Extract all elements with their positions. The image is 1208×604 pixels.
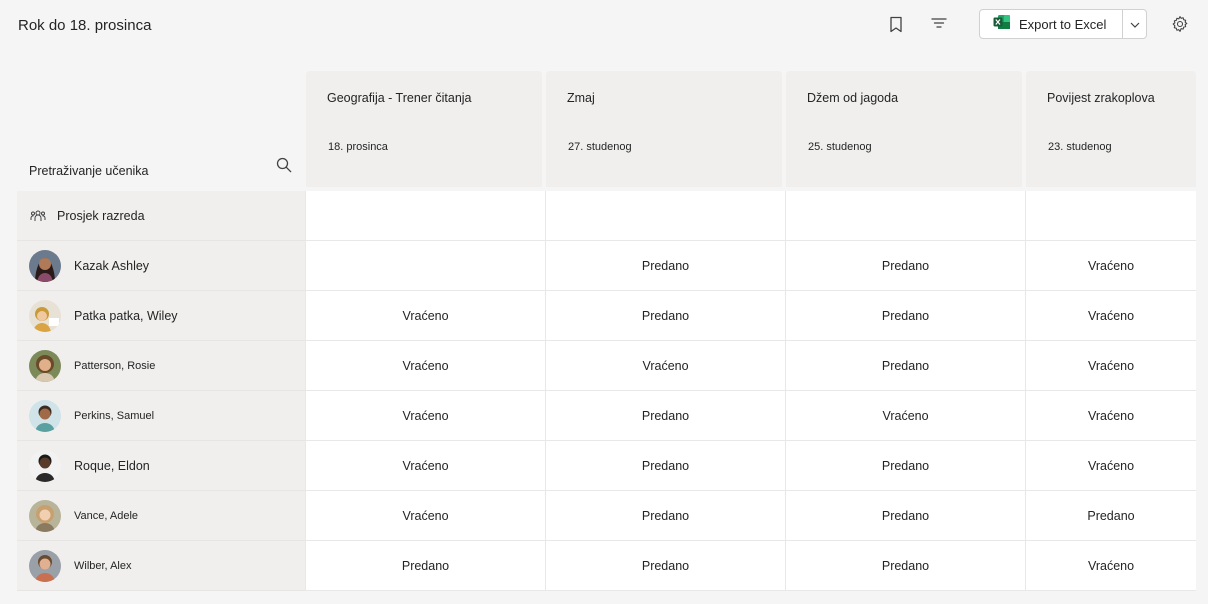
assignment-title: Džem od jagoda <box>807 91 899 105</box>
page-title: Rok do 18. prosinca <box>18 17 152 34</box>
class-average-value <box>545 191 785 241</box>
class-average-label: Prosjek razreda <box>57 208 145 223</box>
chevron-down-icon <box>1130 15 1140 33</box>
submission-status[interactable]: Vraćeno <box>305 491 545 541</box>
gear-icon[interactable] <box>1168 12 1192 36</box>
submission-status[interactable]: Predano <box>785 491 1025 541</box>
submission-status[interactable]: Vraćeno <box>545 341 785 391</box>
submission-status[interactable]: Vraćeno <box>785 391 1025 441</box>
submission-status[interactable] <box>305 241 545 291</box>
filter-icon[interactable] <box>927 11 951 35</box>
submission-status[interactable]: Predano <box>545 241 785 291</box>
submission-status[interactable]: Vraćeno <box>305 441 545 491</box>
assignment-due-date: 23. studenog <box>1048 141 1112 153</box>
submission-status[interactable]: Predano <box>785 241 1025 291</box>
student-cell[interactable]: Patterson, Rosie <box>17 341 305 391</box>
avatar <box>29 349 61 382</box>
submission-status[interactable]: Predano <box>545 541 785 591</box>
student-name: Perkins, Samuel <box>74 409 155 422</box>
avatar <box>29 399 61 432</box>
assignment-header-0[interactable]: Geografija - Trener čitanja 18. prosinca <box>306 71 542 187</box>
student-cell[interactable]: Wilber, Alex <box>17 541 305 591</box>
student-row: Patka patka, Wiley Vraćeno Predano Preda… <box>17 291 1196 341</box>
submission-status[interactable]: Vraćeno <box>1025 291 1196 341</box>
student-row: Vance, Adele Vraćeno Predano Predano Pre… <box>17 491 1196 541</box>
submission-status[interactable]: Vraćeno <box>1025 241 1196 291</box>
assignment-header-1[interactable]: Zmaj 27. studenog <box>546 71 782 187</box>
people-icon <box>30 208 46 224</box>
assignment-due-date: 27. studenog <box>568 141 632 153</box>
student-name: Kazak Ashley <box>74 258 150 273</box>
student-row: Patterson, Rosie Vraćeno Vraćeno Predano… <box>17 341 1196 391</box>
assignment-header-3[interactable]: Povijest zrakoplova 23. studenog <box>1026 71 1196 187</box>
assignment-title: Geografija - Trener čitanja <box>327 91 472 105</box>
student-cell[interactable]: Vance, Adele <box>17 491 305 541</box>
assignment-title: Zmaj <box>567 91 595 105</box>
assignment-header-2[interactable]: Džem od jagoda 25. studenog <box>786 71 1022 187</box>
export-to-excel-split-button: Export to Excel <box>979 9 1147 39</box>
student-cell[interactable]: Perkins, Samuel <box>17 391 305 441</box>
submission-status[interactable]: Vraćeno <box>1025 341 1196 391</box>
submission-status[interactable]: Predano <box>545 491 785 541</box>
class-average-cell: Prosjek razreda <box>17 191 305 241</box>
export-to-excel-button[interactable]: Export to Excel <box>980 10 1122 38</box>
assignment-title: Povijest zrakoplova <box>1047 91 1155 105</box>
student-cell[interactable]: Patka patka, Wiley <box>17 291 305 341</box>
submission-status[interactable]: Predano <box>785 441 1025 491</box>
submission-status[interactable]: Predano <box>785 291 1025 341</box>
search-label: Pretraživanje učenika <box>29 164 149 178</box>
class-average-row: Prosjek razreda <box>17 191 1196 241</box>
submission-status[interactable]: Predano <box>305 541 545 591</box>
avatar <box>29 499 61 532</box>
student-name: Patka patka, Wiley <box>74 308 178 323</box>
student-row: Perkins, Samuel Vraćeno Predano Vraćeno … <box>17 391 1196 441</box>
assignment-due-date: 25. studenog <box>808 141 872 153</box>
export-label: Export to Excel <box>1019 16 1107 32</box>
submission-status[interactable]: Predano <box>785 341 1025 391</box>
avatar <box>29 299 61 332</box>
submission-status[interactable]: Predano <box>545 441 785 491</box>
avatar <box>29 549 61 582</box>
submission-status[interactable]: Predano <box>1025 491 1196 541</box>
submission-status[interactable]: Vraćeno <box>305 291 545 341</box>
grades-grid: Prosjek razreda Kazak Ashley Predano Pre… <box>17 191 1196 591</box>
class-average-value <box>305 191 545 241</box>
submission-status[interactable]: Predano <box>785 541 1025 591</box>
student-row: Roque, Eldon Vraćeno Predano Predano Vra… <box>17 441 1196 491</box>
submission-status[interactable]: Predano <box>545 391 785 441</box>
class-average-value <box>785 191 1025 241</box>
bookmark-icon[interactable] <box>884 12 908 36</box>
submission-status[interactable]: Vraćeno <box>1025 441 1196 491</box>
student-cell[interactable]: Kazak Ashley <box>17 241 305 291</box>
student-name: Roque, Eldon <box>74 458 150 473</box>
submission-status[interactable]: Vraćeno <box>1025 541 1196 591</box>
student-name: Wilber, Alex <box>74 559 132 572</box>
search-icon[interactable] <box>276 157 294 175</box>
submission-status[interactable]: Vraćeno <box>305 341 545 391</box>
excel-icon <box>993 14 1011 35</box>
student-row: Kazak Ashley Predano Predano Vraćeno <box>17 241 1196 291</box>
export-dropdown-button[interactable] <box>1122 10 1146 38</box>
submission-status[interactable]: Predano <box>545 291 785 341</box>
student-name: Patterson, Rosie <box>74 359 156 372</box>
class-average-value <box>1025 191 1196 241</box>
student-search[interactable]: Pretraživanje učenika <box>17 150 305 188</box>
student-name: Vance, Adele <box>74 509 139 522</box>
assignment-due-date: 18. prosinca <box>328 141 388 153</box>
submission-status[interactable]: Vraćeno <box>1025 391 1196 441</box>
student-row: Wilber, Alex Predano Predano Predano Vra… <box>17 541 1196 591</box>
student-cell[interactable]: Roque, Eldon <box>17 441 305 491</box>
avatar <box>29 249 61 282</box>
submission-status[interactable]: Vraćeno <box>305 391 545 441</box>
avatar <box>29 449 61 482</box>
